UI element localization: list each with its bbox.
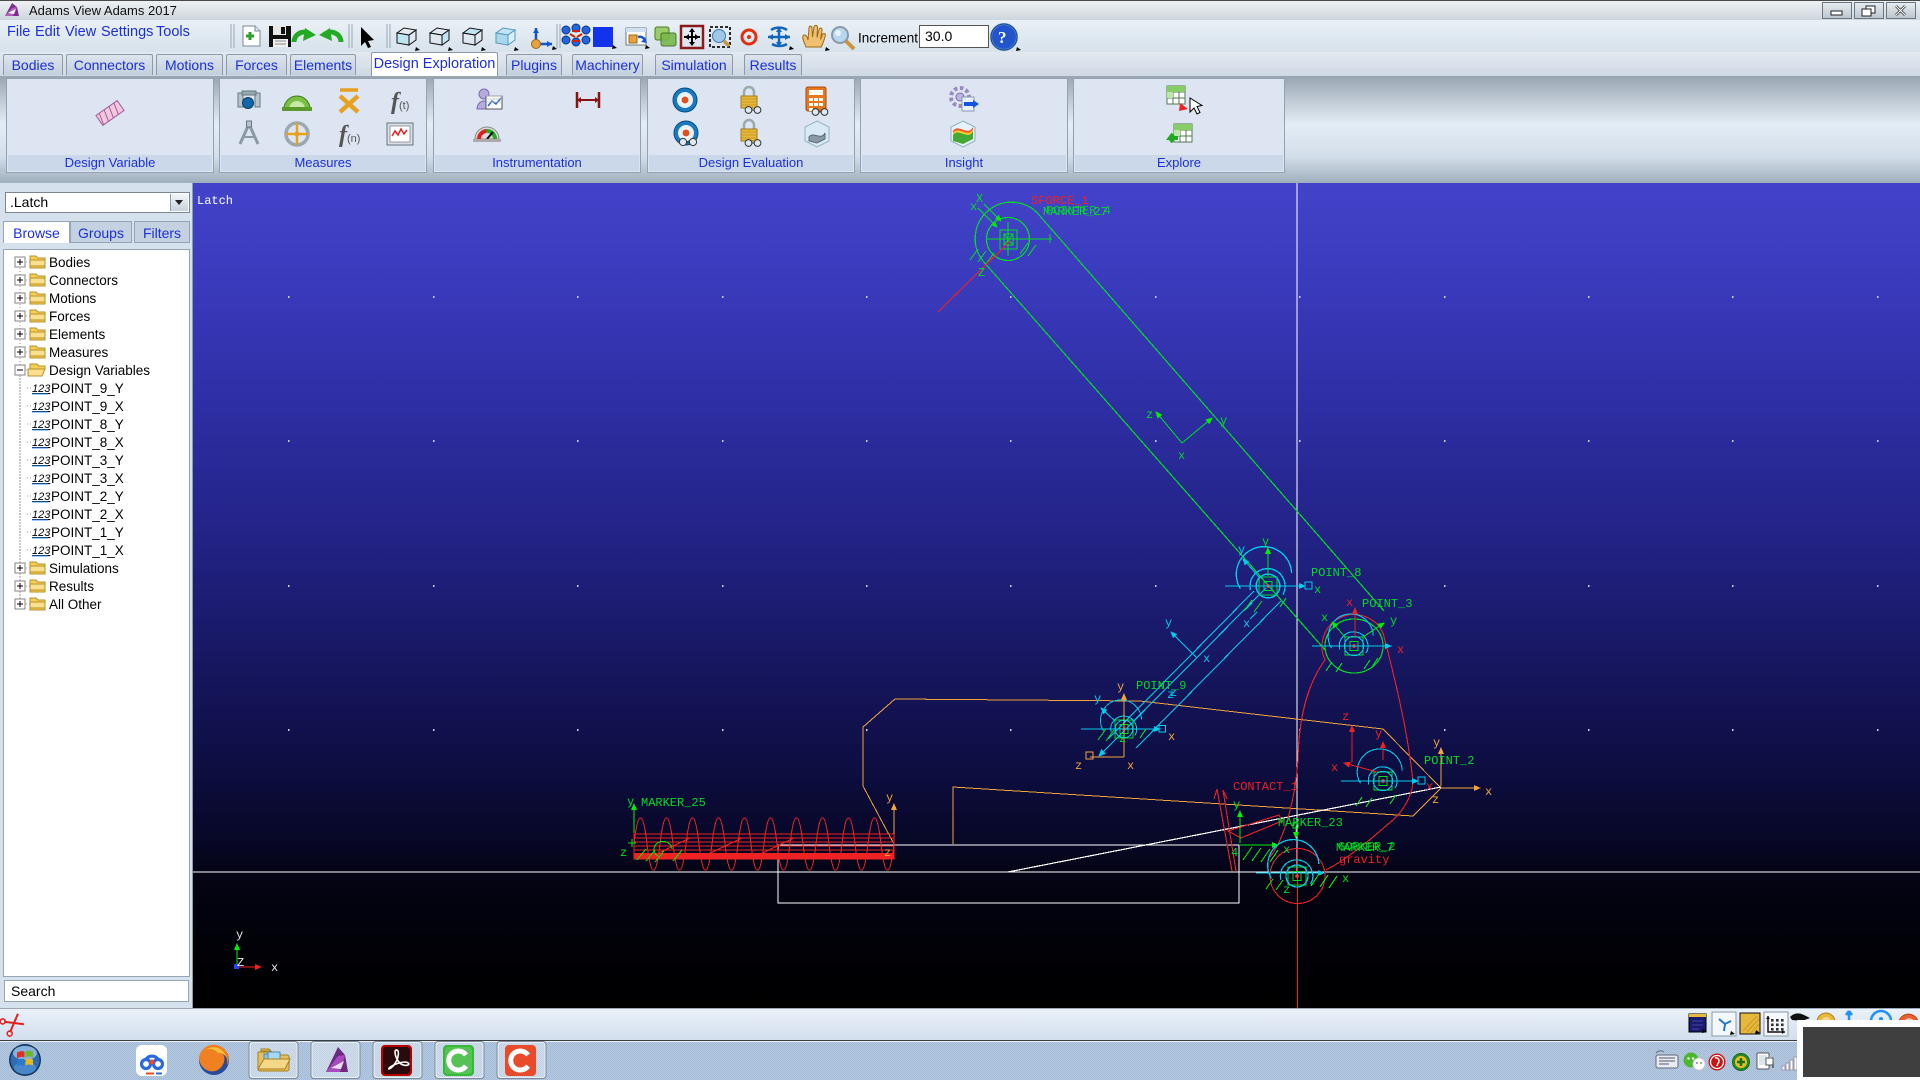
svg-text:x: x — [1168, 730, 1175, 744]
svg-text:y: y — [1238, 543, 1245, 557]
svg-text:123: 123 — [32, 491, 51, 503]
svg-text:gravity: gravity — [1339, 853, 1389, 867]
svg-text:Increment: Increment — [858, 31, 918, 46]
svg-text:Elements: Elements — [49, 327, 106, 342]
svg-text:Bodies: Bodies — [49, 255, 91, 270]
svg-text:Motions: Motions — [49, 291, 97, 306]
svg-text:y: y — [1433, 736, 1440, 750]
svg-text:(t): (t) — [399, 100, 409, 112]
svg-text:x: x — [1485, 785, 1492, 799]
svg-text:x: x — [1321, 611, 1328, 625]
svg-text:123: 123 — [32, 509, 51, 521]
svg-text:z: z — [884, 846, 891, 860]
svg-text:POINT_3_Y: POINT_3_Y — [51, 453, 124, 468]
svg-text:POINT_8_X: POINT_8_X — [51, 435, 124, 450]
svg-text:x: x — [1314, 583, 1321, 597]
svg-text:POINT_1_Y: POINT_1_Y — [51, 525, 124, 540]
svg-text:MARKER_25: MARKER_25 — [641, 796, 706, 810]
svg-text:Z: Z — [978, 266, 985, 280]
svg-text:z: z — [1342, 710, 1349, 724]
svg-text:POINT_3: POINT_3 — [1362, 597, 1412, 611]
svg-text:123: 123 — [32, 545, 51, 557]
svg-text:POINT_8_Y: POINT_8_Y — [51, 417, 124, 432]
svg-text:y: y — [1233, 798, 1240, 812]
svg-text:123: 123 — [32, 455, 51, 467]
svg-text:POINT_3_X: POINT_3_X — [51, 471, 124, 486]
svg-text:x: x — [1127, 759, 1134, 773]
svg-text:y: y — [1390, 614, 1397, 628]
svg-text:Z: Z — [237, 956, 244, 970]
svg-text:x: x — [1397, 643, 1404, 657]
svg-text:x: x — [1426, 780, 1433, 794]
svg-text:MARKER_23: MARKER_23 — [1278, 816, 1343, 830]
svg-text:POINT_9_X: POINT_9_X — [51, 399, 124, 414]
svg-text:123: 123 — [32, 383, 51, 395]
svg-text:x: x — [271, 961, 278, 975]
svg-text:y: y — [1094, 692, 1101, 706]
svg-text:POINT_9: POINT_9 — [1136, 679, 1186, 693]
svg-text:y: y — [1262, 535, 1269, 549]
svg-text:Design Variables: Design Variables — [49, 363, 150, 378]
svg-text:y: y — [1165, 616, 1172, 630]
svg-text:y: y — [1375, 727, 1382, 741]
svg-text:POINT_1_X: POINT_1_X — [51, 543, 124, 558]
svg-text:x: x — [1178, 449, 1185, 463]
svg-text:POINT_9_Y: POINT_9_Y — [51, 381, 124, 396]
svg-text:z: z — [1075, 759, 1082, 773]
svg-text:x: x — [1283, 843, 1290, 857]
svg-text:z: z — [1432, 793, 1439, 807]
svg-text:Connectors: Connectors — [49, 273, 118, 288]
svg-text:POINT_2: POINT_2 — [1424, 754, 1474, 768]
svg-text:Latch: Latch — [197, 194, 233, 208]
svg-text:123: 123 — [32, 527, 51, 539]
svg-text:z: z — [1119, 732, 1126, 746]
svg-text:z: z — [620, 846, 627, 860]
svg-text:z: z — [1146, 408, 1153, 422]
svg-text:y: y — [236, 928, 243, 942]
svg-text:(n): (n) — [347, 133, 360, 145]
svg-text:x: x — [1203, 652, 1210, 666]
svg-text:y: y — [1117, 680, 1124, 694]
svg-text:x: x — [1342, 872, 1349, 886]
svg-text:z: z — [1167, 688, 1174, 702]
svg-text:123: 123 — [32, 437, 51, 449]
svg-text:4: 4 — [1231, 846, 1238, 860]
svg-text:Forces: Forces — [49, 309, 91, 324]
svg-text:123: 123 — [32, 401, 51, 413]
svg-text:POINT_8: POINT_8 — [1311, 566, 1361, 580]
svg-text:GORKER_2: GORKER_2 — [1338, 840, 1396, 854]
svg-text:CONTACT_1: CONTACT_1 — [1233, 780, 1298, 794]
svg-text:Results: Results — [49, 579, 94, 594]
svg-text:Measures: Measures — [49, 345, 109, 360]
svg-text:z: z — [1283, 883, 1290, 897]
svg-text:POINT_2_Y: POINT_2_Y — [51, 489, 124, 504]
svg-text:POINTER_4: POINTER_4 — [1046, 204, 1111, 218]
svg-text:x: x — [970, 200, 977, 214]
svg-text:123: 123 — [32, 473, 51, 485]
svg-text:All Other: All Other — [49, 597, 102, 612]
svg-text:y: y — [886, 791, 893, 805]
svg-text:Simulations: Simulations — [49, 561, 119, 576]
svg-text:x: x — [1346, 596, 1353, 610]
svg-text:y: y — [1220, 414, 1227, 428]
svg-text:x: x — [1331, 761, 1338, 775]
svg-text:?: ? — [998, 28, 1007, 47]
svg-text:POINT_2_X: POINT_2_X — [51, 507, 124, 522]
svg-text:123: 123 — [32, 419, 51, 431]
svg-text:y: y — [627, 795, 634, 809]
svg-text:x: x — [1243, 617, 1250, 631]
